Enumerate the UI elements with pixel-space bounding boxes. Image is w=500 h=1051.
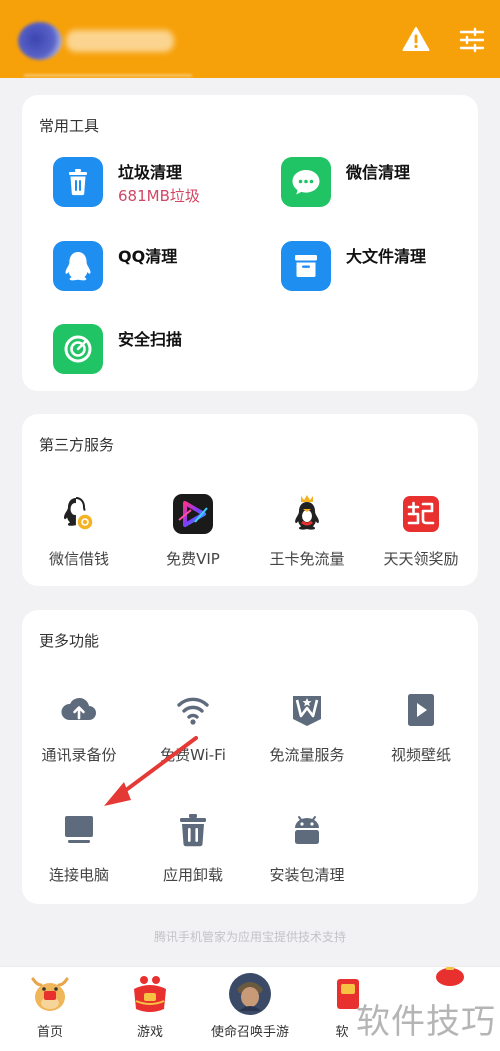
nav-call-of-duty[interactable]: 使命召唤手游: [200, 967, 300, 1051]
cloud-upload-icon: [57, 688, 101, 732]
service-daily-reward[interactable]: 天天领奖励: [364, 492, 478, 569]
trash-icon: [53, 157, 103, 207]
w-star-icon: [285, 688, 329, 732]
service-wechat-loan[interactable]: 微信借钱: [22, 492, 136, 569]
settings-sliders-icon[interactable]: [458, 27, 486, 53]
feature-label: 免流量服务: [269, 746, 345, 764]
trash-icon: [171, 808, 215, 852]
feature-label: 免费Wi-Fi: [160, 746, 226, 764]
nav-label: 游戏: [136, 1025, 163, 1040]
tool-label: 大文件清理: [346, 247, 427, 266]
tool-qq-clean[interactable]: QQ清理: [53, 241, 253, 295]
video-file-icon: [399, 688, 443, 732]
tools-card: 常用工具 垃圾清理 681MB垃圾 微信清理 QQ清理 大文件清理 安全扫描: [22, 95, 478, 391]
feature-free-data-service[interactable]: 免流量服务: [250, 688, 364, 765]
service-label: 天天领奖励: [383, 550, 459, 568]
qq-penguin-icon: [53, 241, 103, 291]
tool-label: QQ清理: [118, 247, 178, 266]
avatar[interactable]: [18, 22, 62, 60]
service-label: 免费VIP: [166, 550, 220, 568]
tool-label: 垃圾清理: [118, 163, 183, 182]
wechat-icon: [281, 157, 331, 207]
service-king-card[interactable]: 王卡免流量: [250, 492, 364, 569]
card-title: 常用工具: [39, 117, 100, 135]
feature-label: 连接电脑: [48, 866, 109, 884]
qi-badge-icon: [399, 492, 443, 536]
android-icon: [285, 808, 329, 852]
tool-security-scan[interactable]: 安全扫描: [53, 324, 253, 378]
ox-home-icon: [27, 971, 73, 1017]
feature-label: 应用卸载: [162, 866, 223, 884]
warning-icon[interactable]: [402, 26, 430, 52]
service-free-vip[interactable]: 免费VIP: [136, 492, 250, 569]
tool-label: 微信清理: [346, 163, 411, 182]
more-features-card: 更多功能 通讯录备份 免费Wi-Fi 免流量服务 视频壁纸 连接电脑 应用卸载 …: [22, 610, 478, 904]
card-title: 第三方服务: [39, 436, 115, 454]
card-title: 更多功能: [39, 632, 100, 650]
crown-penguin-icon: [285, 492, 329, 536]
service-label: 微信借钱: [48, 550, 109, 568]
feature-connect-pc[interactable]: 连接电脑: [22, 808, 136, 885]
game-avatar-icon: [227, 971, 273, 1017]
feature-label: 安装包清理: [269, 866, 345, 884]
penguin-coin-icon: [57, 492, 101, 536]
footer-note: 腾讯手机管家为应用宝提供技术支持: [153, 930, 346, 944]
video-play-icon: [171, 492, 215, 536]
archive-box-icon: [281, 241, 331, 291]
feature-video-wallpaper[interactable]: 视频壁纸: [364, 688, 478, 765]
tool-label: 安全扫描: [118, 330, 183, 349]
feature-free-wifi[interactable]: 免费Wi-Fi: [136, 688, 250, 765]
nav-games[interactable]: 游戏: [100, 967, 200, 1051]
feature-app-uninstall[interactable]: 应用卸载: [136, 808, 250, 885]
scan-gauge-icon: [53, 324, 103, 374]
monitor-icon: [57, 808, 101, 852]
feature-label: 视频壁纸: [390, 746, 451, 764]
tool-large-file-clean[interactable]: 大文件清理: [281, 241, 481, 295]
junk-size-text: 681MB垃圾: [118, 187, 200, 205]
top-underline: [24, 74, 192, 77]
feature-apk-clean[interactable]: 安装包清理: [250, 808, 364, 885]
watermark: 软件技巧: [356, 1002, 496, 1042]
third-party-card: 第三方服务 微信借钱 免费VIP 王卡免流量 天天领奖励: [22, 414, 478, 586]
nav-home[interactable]: 首页: [0, 967, 100, 1051]
service-label: 王卡免流量: [269, 550, 345, 568]
username-blurred: [66, 30, 174, 52]
tool-wechat-clean[interactable]: 微信清理: [281, 157, 481, 211]
wifi-icon: [171, 688, 215, 732]
feature-label: 通讯录备份: [41, 746, 117, 764]
feature-contacts-backup[interactable]: 通讯录备份: [22, 688, 136, 765]
gift-bag-icon: [127, 971, 173, 1017]
nav-label: 首页: [36, 1025, 63, 1040]
nav-label: 使命召唤手游: [210, 1025, 289, 1040]
top-bar: [0, 0, 500, 78]
tool-junk-clean[interactable]: 垃圾清理 681MB垃圾: [53, 157, 253, 211]
